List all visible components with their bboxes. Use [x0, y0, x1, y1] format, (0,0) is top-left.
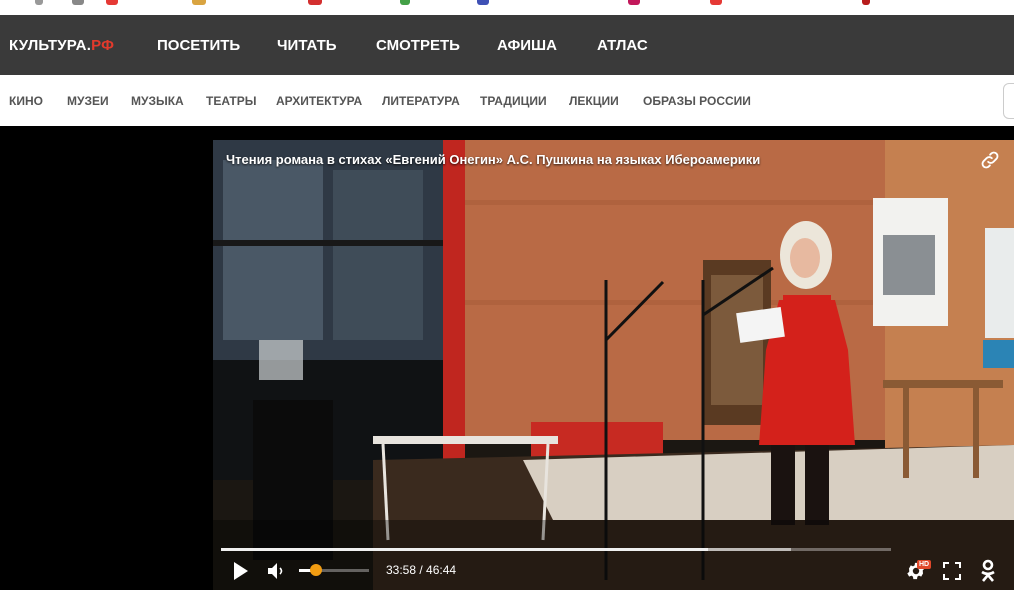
volume-handle[interactable] [310, 564, 322, 576]
hd-badge: HD [917, 560, 932, 569]
bookmark-item[interactable] [628, 0, 640, 5]
cat-images-of-russia[interactable]: ОБРАЗЫ РОССИИ [643, 94, 751, 108]
cat-cinema[interactable]: КИНО [9, 94, 43, 108]
time-display: 33:58 / 46:44 [386, 563, 457, 577]
site-logo[interactable]: КУЛЬТУРА.РФ [9, 37, 114, 54]
video-frame [213, 140, 1014, 590]
search-box[interactable] [1003, 83, 1014, 119]
volume-icon[interactable] [266, 561, 288, 581]
odnoklassniki-icon[interactable] [979, 559, 997, 583]
video-player[interactable]: Чтения романа в стихах «Евгений Онегин» … [213, 140, 1014, 590]
main-header: КУЛЬТУРА.РФ ПОСЕТИТЬ ЧИТАТЬ СМОТРЕТЬ АФИ… [0, 15, 1014, 75]
play-icon[interactable] [231, 560, 251, 582]
logo-accent: РФ [91, 37, 115, 54]
cat-literature[interactable]: ЛИТЕРАТУРА [382, 94, 460, 108]
nav-watch[interactable]: СМОТРЕТЬ [376, 37, 460, 54]
bookmark-item[interactable] [192, 0, 206, 5]
progress-bar[interactable] [221, 548, 891, 551]
bookmarks-bar [0, 0, 1014, 15]
logo-text: КУЛЬТУРА. [9, 37, 92, 54]
bookmark-item[interactable] [862, 0, 870, 5]
bookmark-item[interactable] [35, 0, 43, 5]
cat-museums[interactable]: МУЗЕИ [67, 94, 109, 108]
cat-architecture[interactable]: АРХИТЕКТУРА [276, 94, 362, 108]
bookmark-item[interactable] [72, 0, 84, 5]
bookmark-item[interactable] [477, 0, 489, 5]
link-icon[interactable] [979, 149, 1001, 171]
fullscreen-icon[interactable] [942, 561, 962, 581]
cat-lectures[interactable]: ЛЕКЦИИ [569, 94, 619, 108]
played-fill [221, 548, 709, 551]
cat-theatres[interactable]: ТЕАТРЫ [206, 94, 256, 108]
bookmark-item[interactable] [710, 0, 722, 5]
nav-read[interactable]: ЧИТАТЬ [277, 37, 337, 54]
video-title: Чтения романа в стихах «Евгений Онегин» … [226, 152, 761, 167]
category-nav: КИНО МУЗЕИ МУЗЫКА ТЕАТРЫ АРХИТЕКТУРА ЛИТ… [0, 75, 1014, 127]
nav-atlas[interactable]: АТЛАС [597, 37, 648, 54]
bookmark-item[interactable] [400, 0, 410, 5]
bookmark-item[interactable] [308, 0, 322, 5]
bookmark-item[interactable] [106, 0, 118, 5]
nav-afisha[interactable]: АФИША [497, 37, 557, 54]
cat-music[interactable]: МУЗЫКА [131, 94, 184, 108]
cat-traditions[interactable]: ТРАДИЦИИ [480, 94, 547, 108]
nav-visit[interactable]: ПОСЕТИТЬ [157, 37, 240, 54]
